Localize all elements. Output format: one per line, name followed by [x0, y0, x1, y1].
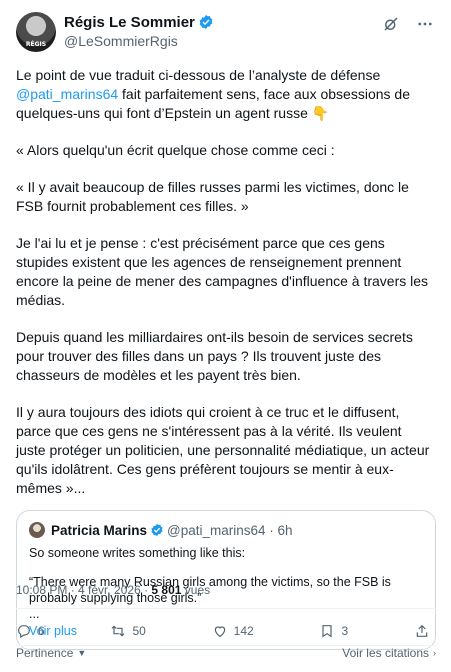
- tweet-card: RÉGIS Régis Le Sommier @LeSommierRgis Le…: [0, 0, 451, 672]
- reply-button[interactable]: 6: [16, 623, 45, 639]
- divider: [16, 608, 436, 609]
- share-button[interactable]: [414, 623, 436, 639]
- avatar-label: RÉGIS: [25, 41, 47, 48]
- share-icon: [416, 624, 428, 637]
- quote-avatar: [29, 522, 45, 538]
- chevron-right-icon: ›: [433, 648, 436, 658]
- repost-count: 50: [132, 624, 146, 638]
- quote-handle-time: @pati_marins64 · 6h: [167, 522, 293, 538]
- author-avatar[interactable]: RÉGIS: [16, 12, 56, 52]
- tweet-text: Le point de vue traduit ci-dessous de l’…: [16, 66, 432, 498]
- more-icon[interactable]: [415, 14, 435, 34]
- repost-button[interactable]: 50: [110, 623, 146, 639]
- view-quotes-link[interactable]: Voir les citations ›: [342, 646, 436, 660]
- tweet-header: RÉGIS Régis Le Sommier @LeSommierRgis: [16, 12, 435, 56]
- text-segment: Le point de vue traduit ci-dessous de l’…: [16, 67, 381, 83]
- like-icon: [214, 626, 225, 638]
- views-label: vues: [181, 583, 211, 597]
- view-quotes-label: Voir les citations: [342, 646, 429, 660]
- repost-icon: [112, 625, 125, 637]
- action-bar: 6 50 142 3: [16, 620, 436, 642]
- verified-badge-icon: [151, 523, 163, 537]
- views-count: 5 801: [151, 583, 182, 597]
- tweet-paragraph: « Il y avait beaucoup de filles russes p…: [16, 179, 409, 214]
- like-count: 142: [233, 624, 254, 638]
- quote-author-name: Patricia Marins: [51, 522, 148, 538]
- author-name-row: Régis Le Sommier: [64, 12, 214, 32]
- mention-link[interactable]: @pati_marins64: [16, 86, 118, 102]
- tweet-paragraph: « Alors quelqu'un écrit quelque chose co…: [16, 142, 335, 158]
- chevron-down-icon: ▼: [77, 648, 87, 658]
- tweet-paragraph: Le point de vue traduit ci-dessous de l’…: [16, 66, 432, 123]
- like-button[interactable]: 142: [212, 623, 254, 639]
- reply-icon: [18, 625, 30, 639]
- tweet-footer: Pertinence ▼ Voir les citations ›: [16, 646, 436, 660]
- bookmark-icon: [322, 625, 333, 638]
- quote-paragraph: So someone writes something like this:: [29, 546, 246, 560]
- reply-count: 6: [38, 624, 45, 638]
- bookmark-count: 3: [341, 624, 349, 638]
- sort-dropdown[interactable]: Pertinence ▼: [16, 646, 86, 660]
- verified-badge-icon: [199, 15, 213, 29]
- tweet-paragraph: Je l'ai lu et je pense : c'est préciséme…: [16, 235, 429, 308]
- sort-label: Pertinence: [16, 646, 74, 660]
- author-display-name[interactable]: Régis Le Sommier: [64, 14, 195, 31]
- tweet-paragraph: Il y aura toujours des idiots qui croien…: [16, 404, 430, 496]
- quote-header: Patricia Marins @pati_marins64 · 6h: [29, 521, 423, 539]
- author-info: Régis Le Sommier @LeSommierRgis: [64, 12, 214, 50]
- header-actions: [381, 12, 435, 34]
- tweet-paragraph: Depuis quand les milliardaires ont-ils b…: [16, 329, 413, 383]
- author-handle[interactable]: @LeSommierRgis: [64, 32, 214, 50]
- bookmark-button[interactable]: 3: [319, 623, 348, 639]
- grok-icon[interactable]: [381, 14, 401, 34]
- tweet-meta: 10:08 PM · 4 févr. 2026 · 5 801 vues: [16, 583, 210, 597]
- tweet-timestamp[interactable]: 10:08 PM · 4 févr. 2026 ·: [16, 583, 151, 597]
